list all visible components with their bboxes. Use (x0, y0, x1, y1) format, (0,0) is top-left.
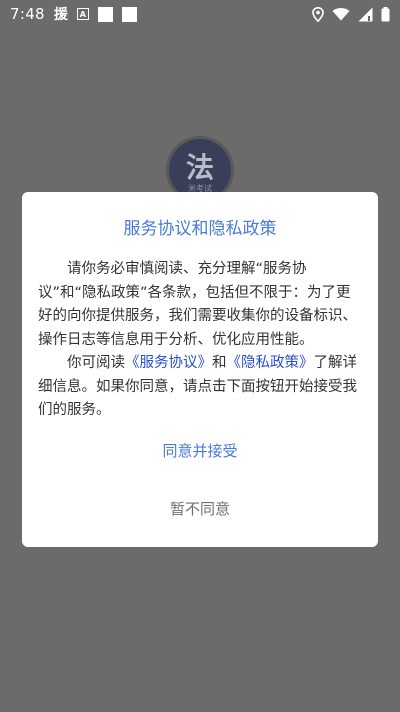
status-bar: 7:48 援 A (0, 0, 400, 28)
privacy-policy-link[interactable]: 《隐私政策》 (227, 355, 314, 371)
status-a-icon: A (76, 8, 89, 20)
status-time: 7:48 (10, 5, 45, 23)
battery-icon (381, 6, 390, 21)
dialog-paragraph-2: 你可阅读《服务协议》和《隐私政策》了解详细信息。如果你同意，请点击下面按钮开始接… (38, 352, 364, 423)
service-agreement-link[interactable]: 《服务协议》 (125, 355, 212, 371)
decline-button[interactable]: 暂不同意 (22, 498, 378, 520)
status-left: 7:48 援 A (10, 4, 137, 24)
wifi-icon (332, 8, 350, 21)
status-notification-icon (97, 6, 113, 22)
status-notification-icon-2 (121, 6, 137, 22)
privacy-dialog: 服务协议和隐私政策 请你务必审慎阅读、充分理解“服务协议”和“隐私政策”各条款，… (22, 192, 378, 547)
status-right (312, 6, 390, 22)
status-app-glyph: 援 (53, 7, 68, 23)
signal-icon (358, 7, 373, 21)
dialog-title: 服务协议和隐私政策 (123, 219, 277, 239)
accept-button[interactable]: 同意并接受 (22, 440, 378, 462)
para2-and: 和 (212, 355, 227, 371)
dialog-body: 请你务必审慎阅读、充分理解“服务协议”和“隐私政策”各条款，包括但不限于：为了更… (38, 258, 364, 423)
para2-prefix: 你可阅读 (67, 355, 125, 371)
dialog-paragraph-1: 请你务必审慎阅读、充分理解“服务协议”和“隐私政策”各条款，包括但不限于：为了更… (38, 261, 357, 348)
logo-char: 法 (185, 150, 214, 184)
location-icon (312, 6, 324, 22)
